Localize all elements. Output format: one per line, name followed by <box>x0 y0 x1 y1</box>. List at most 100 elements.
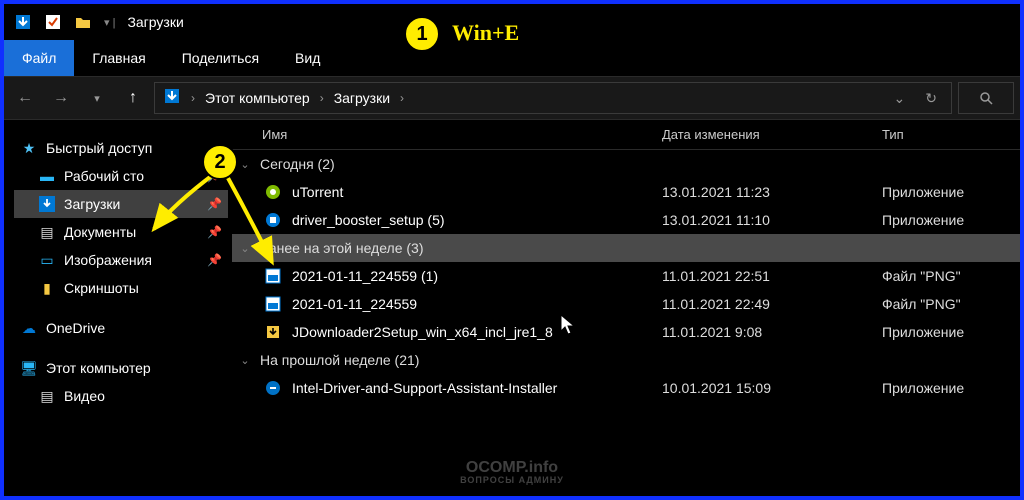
sidebar-item-documents[interactable]: ▤ Документы 📌 <box>14 218 228 246</box>
chevron-down-icon[interactable]: ⌄ <box>888 90 912 107</box>
sidebar-item-label: Скриншоты <box>64 280 139 296</box>
nav-forward-button[interactable]: → <box>46 83 76 113</box>
refresh-icon[interactable]: ↻ <box>919 90 943 107</box>
documents-icon: ▤ <box>38 223 56 241</box>
sidebar-item-label: Быстрый доступ <box>46 140 152 156</box>
chevron-down-icon: ⌄ <box>236 354 254 367</box>
pin-icon: 📌 <box>207 197 222 211</box>
tab-home[interactable]: Главная <box>74 40 163 76</box>
nav-up-button[interactable]: ↑ <box>118 83 148 113</box>
sidebar-item-onedrive[interactable]: ☁ OneDrive <box>14 314 228 342</box>
annotation-badge-1: 1 <box>404 16 440 52</box>
group-label: Сегодня (2) <box>260 156 335 172</box>
breadcrumb-folder[interactable]: Загрузки <box>334 90 390 106</box>
file-row[interactable]: JDownloader2Setup_win_x64_incl_jre1_8 11… <box>232 318 1020 346</box>
tab-share[interactable]: Поделиться <box>164 40 277 76</box>
file-row[interactable]: driver_booster_setup (5) 13.01.2021 11:1… <box>232 206 1020 234</box>
main-area: ★ Быстрый доступ ▬ Рабочий сто 📌 Загрузк… <box>4 120 1020 496</box>
file-date: 10.01.2021 15:09 <box>662 380 882 396</box>
file-row[interactable]: 2021-01-11_224559 (1) 11.01.2021 22:51 Ф… <box>232 262 1020 290</box>
group-header-last-week[interactable]: ⌄ На прошлой неделе (21) <box>232 346 1020 374</box>
column-date[interactable]: Дата изменения <box>662 127 882 142</box>
file-type: Файл "PNG" <box>882 268 1020 284</box>
computer-icon: 🖥 <box>20 359 38 377</box>
file-name: JDownloader2Setup_win_x64_incl_jre1_8 <box>292 324 662 340</box>
column-type[interactable]: Тип <box>882 127 1020 142</box>
sidebar-item-label: Видео <box>64 388 105 404</box>
search-input[interactable] <box>958 82 1014 114</box>
search-icon <box>979 91 993 105</box>
sidebar-item-label: Загрузки <box>64 196 120 212</box>
file-date: 13.01.2021 11:23 <box>662 184 882 200</box>
star-icon: ★ <box>20 139 38 157</box>
file-row[interactable]: Intel-Driver-and-Support-Assistant-Insta… <box>232 374 1020 402</box>
file-date: 13.01.2021 11:10 <box>662 212 882 228</box>
annotation-label-1: Win+E <box>452 20 519 46</box>
sidebar-item-screenshots[interactable]: ▮ Скриншоты <box>14 274 228 302</box>
sidebar-item-label: Рабочий сто <box>64 168 144 184</box>
sidebar-item-pictures[interactable]: ▭ Изображения 📌 <box>14 246 228 274</box>
app-icon <box>262 211 284 229</box>
image-icon <box>262 267 284 285</box>
file-name: uTorrent <box>292 184 662 200</box>
sidebar-item-thispc[interactable]: 🖥 Этот компьютер <box>14 354 228 382</box>
app-icon <box>14 13 32 31</box>
file-type: Приложение <box>882 212 1020 228</box>
pin-icon: 📌 <box>207 253 222 267</box>
watermark-sub: ВОПРОСЫ АДМИНУ <box>460 476 564 486</box>
downloads-icon <box>163 87 181 110</box>
qat-divider: ▾ | <box>104 16 115 29</box>
sidebar-item-label: Документы <box>64 224 136 240</box>
chevron-down-icon: ⌄ <box>236 242 254 255</box>
sidebar-item-downloads[interactable]: Загрузки 📌 <box>14 190 228 218</box>
sidebar-item-label: Изображения <box>64 252 152 268</box>
group-label: На прошлой неделе (21) <box>260 352 419 368</box>
file-row[interactable]: uTorrent 13.01.2021 11:23 Приложение <box>232 178 1020 206</box>
file-type: Приложение <box>882 184 1020 200</box>
qat-save-icon[interactable] <box>44 13 62 31</box>
window-title: Загрузки <box>127 14 183 30</box>
column-name[interactable]: Имя <box>262 127 662 142</box>
file-row[interactable]: 2021-01-11_224559 11.01.2021 22:49 Файл … <box>232 290 1020 318</box>
chevron-down-icon: ⌄ <box>236 158 254 171</box>
file-date: 11.01.2021 22:49 <box>662 296 882 312</box>
address-bar[interactable]: › Этот компьютер › Загрузки › ⌄ ↻ <box>154 82 952 114</box>
sidebar-item-label: OneDrive <box>46 320 105 336</box>
sidebar-item-videos[interactable]: ▤ Видео <box>14 382 228 410</box>
chevron-right-icon[interactable]: › <box>187 91 199 105</box>
folder-icon: ▮ <box>38 279 56 297</box>
sidebar: ★ Быстрый доступ ▬ Рабочий сто 📌 Загрузк… <box>4 120 232 496</box>
file-name: 2021-01-11_224559 <box>292 296 662 312</box>
file-type: Приложение <box>882 324 1020 340</box>
app-icon <box>262 323 284 341</box>
tab-view[interactable]: Вид <box>277 40 338 76</box>
onedrive-icon: ☁ <box>20 319 38 337</box>
file-list: Имя Дата изменения Тип ⌄ Сегодня (2) uTo… <box>232 120 1020 496</box>
sidebar-item-label: Этот компьютер <box>46 360 151 376</box>
chevron-right-icon[interactable]: › <box>396 91 408 105</box>
desktop-icon: ▬ <box>38 167 56 185</box>
group-header-today[interactable]: ⌄ Сегодня (2) <box>232 150 1020 178</box>
sidebar-item-desktop[interactable]: ▬ Рабочий сто 📌 <box>14 162 228 190</box>
nav-back-button[interactable]: ← <box>10 83 40 113</box>
file-date: 11.01.2021 22:51 <box>662 268 882 284</box>
nav-recent-button[interactable]: ▾ <box>82 83 112 113</box>
pin-icon: 📌 <box>207 225 222 239</box>
annotation-badge-2: 2 <box>202 144 238 180</box>
cursor-icon <box>560 314 578 336</box>
image-icon <box>262 295 284 313</box>
breadcrumb-root[interactable]: Этот компьютер <box>205 90 310 106</box>
qat-folder-icon[interactable] <box>74 13 92 31</box>
navbar: ← → ▾ ↑ › Этот компьютер › Загрузки › ⌄ … <box>4 76 1020 120</box>
pictures-icon: ▭ <box>38 251 56 269</box>
group-header-earlier-week[interactable]: ⌄ Ранее на этой неделе (3) <box>232 234 1020 262</box>
file-type: Приложение <box>882 380 1020 396</box>
watermark-main: OCOMP.info <box>460 459 564 477</box>
file-name: 2021-01-11_224559 (1) <box>292 268 662 284</box>
sidebar-item-quick-access[interactable]: ★ Быстрый доступ <box>14 134 228 162</box>
app-icon <box>262 379 284 397</box>
file-date: 11.01.2021 9:08 <box>662 324 882 340</box>
tab-file[interactable]: Файл <box>4 40 74 76</box>
chevron-right-icon[interactable]: › <box>316 91 328 105</box>
group-label: Ранее на этой неделе (3) <box>260 240 424 256</box>
